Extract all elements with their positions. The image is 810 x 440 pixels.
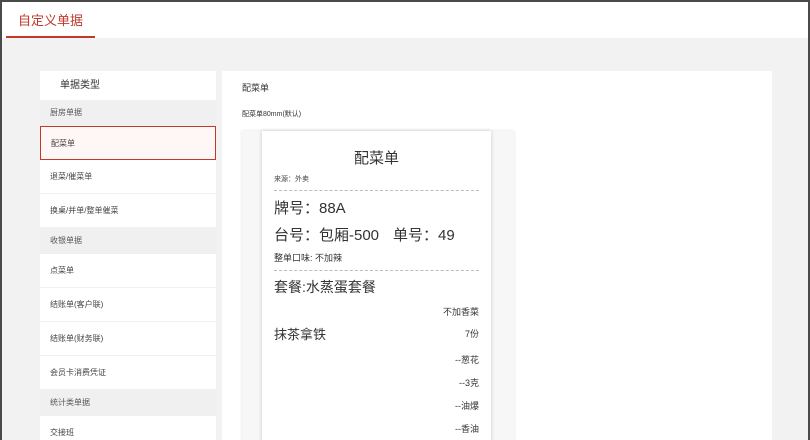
sidebar-item-prep-list[interactable]: 配菜单 [40, 126, 216, 160]
receipt-dish-qty: 7份 [464, 329, 479, 339]
receipt-option: --油爆 [455, 401, 479, 411]
sidebar-item-bill-finance[interactable]: 结账单(财务联) [40, 322, 216, 356]
tab-bar: 自定义单据 [2, 2, 808, 38]
sidebar-item-return-rush[interactable]: 退菜/催菜单 [40, 160, 216, 194]
receipt-option: --香油 [455, 424, 479, 434]
sidebar-title: 单据类型 [60, 80, 100, 91]
group-header-cashier: 收银单据 [40, 228, 216, 254]
receipt-title: 配菜单 [353, 150, 399, 167]
divider [274, 190, 479, 191]
document-type-sidebar: 单据类型 厨房单据 配菜单 退菜/催菜单 换桌/并单/整单催菜 收银单据 点菜单… [40, 71, 216, 440]
receipt-order-number: 单号：49 [393, 227, 455, 244]
sidebar-item-shift-handover[interactable]: 交接班 [40, 416, 216, 440]
receipt-dish-name: 抹茶拿铁 [274, 327, 327, 342]
receipt-whole-note: 整单口味: 不加辣 [274, 253, 343, 263]
group-header-kitchen: 厨房单据 [40, 100, 216, 126]
divider [274, 270, 479, 271]
receipt-table-number: 台号：包厢-500 [274, 227, 380, 244]
receipt-preview: 配菜单 来源：外卖 牌号：88A 台号：包厢-500 单号：49 整单口味: 不加… [262, 131, 491, 440]
sidebar-item-member-voucher[interactable]: 会员卡消费凭证 [40, 356, 216, 390]
content-title: 配菜单 [242, 83, 270, 93]
receipt-option: --葱花 [455, 355, 479, 365]
app-window: 自定义单据 单据类型 厨房单据 配菜单 退菜/催菜单 换桌/并单/整单催菜 收银… [0, 0, 810, 440]
receipt-source: 来源：外卖 [274, 176, 309, 183]
receipt-plate-number: 牌号：88A [274, 200, 346, 217]
workspace: 单据类型 厨房单据 配菜单 退菜/催菜单 换桌/并单/整单催菜 收银单据 点菜单… [2, 38, 808, 440]
group-header-stats: 统计类单据 [40, 390, 216, 416]
receipt-table-line: 台号：包厢-500 单号：49 [274, 224, 479, 245]
receipt-combo: 套餐:水蒸蛋套餐 [274, 279, 376, 295]
receipt-option: --3克 [459, 378, 479, 388]
content-panel: 配菜单 配菜单80mm(默认) 配菜单 来源：外卖 牌号：88A 台号：包厢-5… [222, 71, 772, 440]
receipt-combo-note: 不加香菜 [442, 307, 479, 317]
template-label[interactable]: 配菜单80mm(默认) [242, 109, 301, 119]
sidebar-item-bill-customer[interactable]: 结账单(客户联) [40, 288, 216, 322]
sidebar-item-change-table[interactable]: 换桌/并单/整单催菜 [40, 194, 216, 228]
tab-custom-documents[interactable]: 自定义单据 [6, 8, 96, 38]
receipt-dish-row: 抹茶拿铁 7份 [274, 324, 479, 343]
sidebar-item-order[interactable]: 点菜单 [40, 254, 216, 288]
